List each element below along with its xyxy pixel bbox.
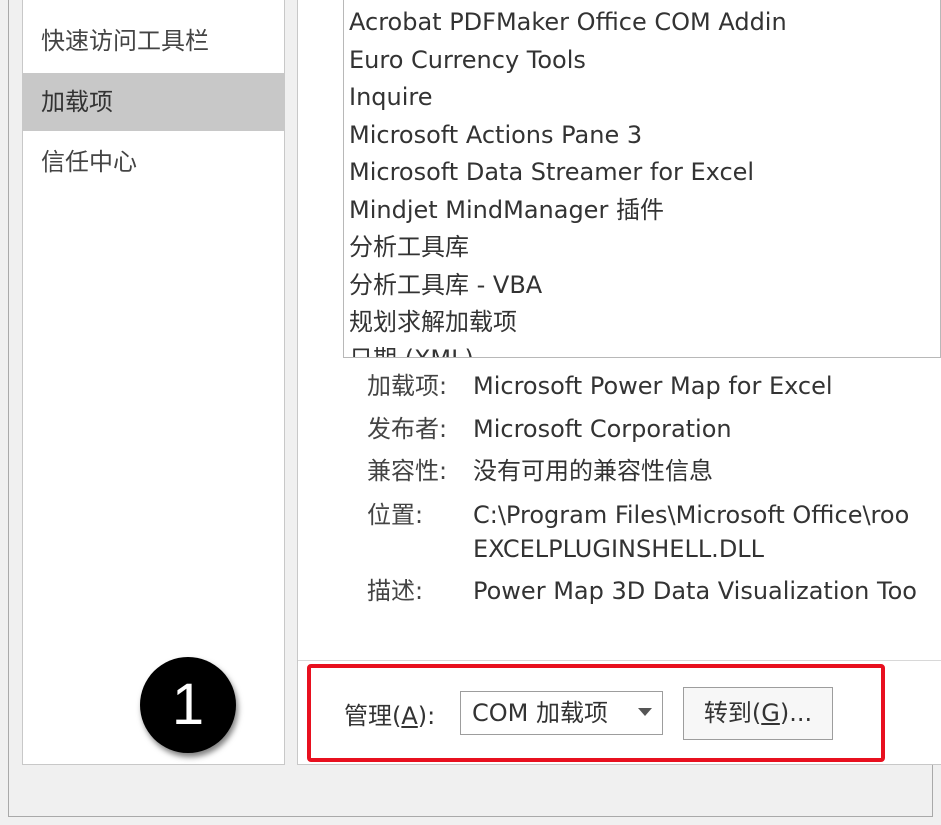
nav-item-quick-access-toolbar[interactable]: 快速访问工具栏 [23,12,284,70]
manage-select[interactable]: COM 加载项 [460,691,663,735]
list-item[interactable]: 规划求解加载项 [349,304,517,341]
compatibility-label: 兼容性: [367,457,448,485]
options-nav: 快速访问工具栏 加载项 信任中心 [22,0,285,765]
manage-label: 管理(A): [344,702,436,730]
manage-select-value: COM 加载项 [472,699,608,727]
list-item[interactable]: 分析工具库 [349,229,469,266]
addin-name-value: Microsoft Power Map for Excel [473,372,833,400]
list-item[interactable]: Mindjet MindManager 插件 [349,192,664,229]
nav-item-addins[interactable]: 加载项 [23,73,284,131]
list-item[interactable]: 分析工具库 - VBA [349,267,542,304]
dropdown-arrow-icon[interactable] [638,708,652,716]
step-number-badge: 1 [140,657,236,753]
description-value: Power Map 3D Data Visualization Too [473,577,917,605]
list-item[interactable]: 日期 (XML) [349,341,474,357]
addin-name-label: 加载项: [367,372,448,400]
description-label: 描述: [367,577,424,605]
compatibility-value: 没有可用的兼容性信息 [473,457,713,485]
list-item[interactable]: Microsoft Actions Pane 3 [349,117,642,154]
list-item[interactable]: Euro Currency Tools [349,42,586,79]
location-label: 位置: [367,501,424,529]
location-value-line2: EXCELPLUGINSHELL.DLL [473,535,765,563]
list-item[interactable]: Microsoft Data Streamer for Excel [349,154,754,191]
divider [298,660,941,661]
publisher-value: Microsoft Corporation [473,415,732,443]
addins-listbox[interactable]: Acrobat PDFMaker Office COM Addin Euro C… [343,0,941,358]
nav-item-trust-center[interactable]: 信任中心 [23,133,284,191]
list-item[interactable]: Inquire [349,79,433,116]
publisher-label: 发布者: [367,415,448,443]
go-button[interactable]: 转到(G)... [683,687,833,740]
list-item[interactable]: Acrobat PDFMaker Office COM Addin [349,4,787,41]
